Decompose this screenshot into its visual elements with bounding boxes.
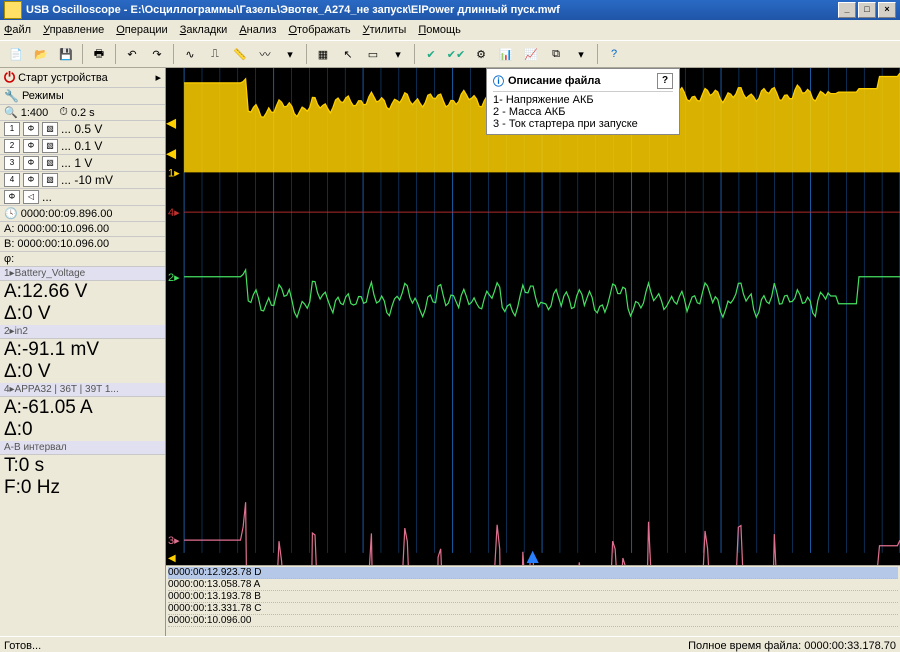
svg-text:◀: ◀	[168, 553, 176, 564]
file-description-tooltip: ⓘОписание файла? 1- Напряжение АКБ 2 - М…	[486, 68, 680, 135]
left-panel: ⏻ Старт устройства ▸ 🔧 Режимы 🔍1:400 ⏱0.…	[0, 68, 166, 636]
menu-Закладки[interactable]: Закладки	[180, 24, 228, 36]
menu-Операции[interactable]: Операции	[116, 24, 167, 36]
pointer-icon[interactable]: ↖	[336, 42, 360, 66]
measure2-a: A:-91.1 mV	[0, 339, 165, 361]
open-file-icon[interactable]: 📂	[29, 42, 53, 66]
time-phi-row[interactable]: φ:	[0, 252, 165, 267]
compare-icon[interactable]: ⧉	[544, 42, 568, 66]
pulse-icon[interactable]: ⎍	[203, 42, 227, 66]
cursor-time-row[interactable]: 🕓0000:00:09.896.00	[0, 206, 165, 222]
waveform-display[interactable]: 1▸ 2▸ 3▸ 4▸ ◀ ⓘОписание файла? 1- Напряжение…	[166, 68, 900, 565]
bookmark-row[interactable]: 0000:00:13.058.78 A	[168, 579, 898, 591]
channel-3-row[interactable]: 3Φ▧... 1 V	[0, 155, 165, 172]
dropdown-icon[interactable]: ▾	[278, 42, 302, 66]
menu-bar: Файл Управление Операции Закладки Анализ Отоб…	[0, 20, 900, 40]
window-title: USB Oscilloscope - E:\Осциллограммы\Газе…	[26, 4, 560, 16]
save-file-icon[interactable]: 💾	[54, 42, 78, 66]
svg-text:3▸: 3▸	[168, 535, 180, 547]
bookmark-row[interactable]: 0000:00:10.096.00	[168, 615, 898, 627]
measure-icon[interactable]: 📏	[228, 42, 252, 66]
status-text: Готов...	[4, 640, 41, 652]
measure2-header: 2▸in2	[0, 325, 165, 339]
measure1-a: A:12.66 V	[0, 281, 165, 303]
ab-header: A-B интервал	[0, 441, 165, 455]
minimize-button[interactable]: _	[838, 2, 856, 18]
wrench-icon: 🔧	[4, 89, 19, 103]
checks-icon[interactable]: ✔✔	[444, 42, 468, 66]
channel-2-row[interactable]: 2Φ▧... 0.1 V	[0, 138, 165, 155]
menu-Управление[interactable]: Управление	[43, 24, 104, 36]
measure3-d: Δ:0	[0, 419, 165, 441]
dropdown3-icon[interactable]: ▾	[569, 42, 593, 66]
measure3-header: 4▸APPA32 | 36T | 39T 1...	[0, 383, 165, 397]
measure1-d: Δ:0 V	[0, 303, 165, 325]
info-icon: ⓘ	[493, 73, 504, 89]
new-file-icon[interactable]: 📄	[4, 42, 28, 66]
svg-text:2▸: 2▸	[168, 272, 180, 284]
measure1-header: 1▸Battery_Voltage	[0, 267, 165, 281]
power-icon: ⏻	[4, 69, 15, 86]
menu-Анализ[interactable]: Анализ	[239, 24, 276, 36]
chart-icon[interactable]: 📊	[494, 42, 518, 66]
scale-row[interactable]: 🔍1:400 ⏱0.2 s	[0, 105, 165, 121]
dropdown2-icon[interactable]: ▾	[386, 42, 410, 66]
status-bar: Готов... Полное время файла: 0000:00:33.…	[0, 636, 900, 652]
maximize-button[interactable]: □	[858, 2, 876, 18]
time-b-row[interactable]: B:0000:00:10.096.00	[0, 237, 165, 252]
menu-Утилиты[interactable]: Утилиты	[363, 24, 407, 36]
ab-f: F:0 Hz	[0, 477, 165, 499]
ab-t: T:0 s	[0, 455, 165, 477]
toolbar: 📄 📂 💾 🖶 ↶ ↷ ∿ ⎍ 📏 〰 ▾ ▦ ↖ ▭ ▾ ✔ ✔✔ ⚙ 📊 📈…	[0, 40, 900, 68]
grid-icon[interactable]: ▦	[311, 42, 335, 66]
measure2-d: Δ:0 V	[0, 361, 165, 383]
chevron-right-icon: ▸	[155, 71, 161, 84]
help-button[interactable]: ?	[657, 73, 673, 89]
title-bar: USB Oscilloscope - E:\Осциллограммы\Газе…	[0, 0, 900, 20]
check-icon[interactable]: ✔	[419, 42, 443, 66]
time-a-row[interactable]: A:0000:00:10.096.00	[0, 222, 165, 237]
timebase-icon: ⏱	[59, 106, 68, 119]
gear-icon[interactable]: ⚙	[469, 42, 493, 66]
measure3-a: A:-61.05 A	[0, 397, 165, 419]
clock-icon: 🕓	[4, 207, 18, 220]
extra-row-1[interactable]: Φ◁...	[0, 189, 165, 206]
redo-icon[interactable]: ↷	[145, 42, 169, 66]
channel-4-row[interactable]: 4Φ▧... -10 mV	[0, 172, 165, 189]
modes-button[interactable]: 🔧 Режимы	[0, 88, 165, 105]
menu-Помощь[interactable]: Помощь	[418, 24, 461, 36]
wave-sine-icon[interactable]: ∿	[178, 42, 202, 66]
help-icon[interactable]: ?	[602, 42, 626, 66]
channel-1-row[interactable]: 1Φ▧... 0.5 V	[0, 121, 165, 138]
svg-text:1▸: 1▸	[168, 167, 180, 179]
bookmark-row[interactable]: 0000:00:13.331.78 C	[168, 603, 898, 615]
print-icon[interactable]: 🖶	[87, 42, 111, 66]
menu-Отображать[interactable]: Отображать	[288, 24, 350, 36]
bookmark-list[interactable]: 0000:00:12.923.78 D0000:00:13.058.78 A00…	[166, 565, 900, 636]
start-device-button[interactable]: ⏻ Старт устройства ▸	[0, 68, 165, 88]
zoom-icon: 🔍	[4, 106, 18, 119]
menu-Файл[interactable]: Файл	[4, 24, 31, 36]
undo-icon[interactable]: ↶	[120, 42, 144, 66]
close-button[interactable]: ×	[878, 2, 896, 18]
app-icon	[4, 1, 22, 19]
svg-text:4▸: 4▸	[168, 207, 180, 219]
signal-icon[interactable]: 〰	[253, 42, 277, 66]
bookmark-row[interactable]: 0000:00:13.193.78 B	[168, 591, 898, 603]
status-file-time: Полное время файла: 0000:00:33.178.70	[688, 640, 896, 652]
bookmark-row[interactable]: 0000:00:12.923.78 D	[168, 567, 898, 579]
zoom-box-icon[interactable]: ▭	[361, 42, 385, 66]
analysis-icon[interactable]: 📈	[519, 42, 543, 66]
